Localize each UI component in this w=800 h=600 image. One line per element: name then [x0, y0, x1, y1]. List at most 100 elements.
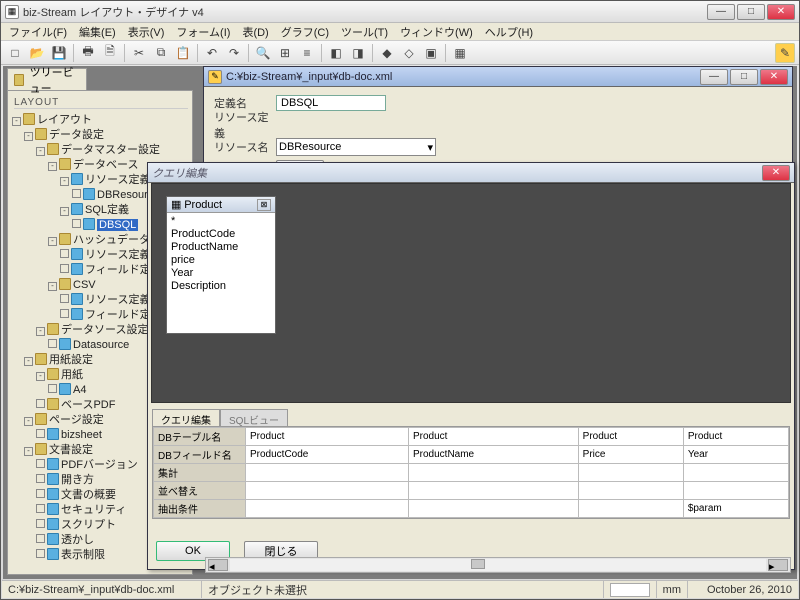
def-name-input[interactable]: [276, 95, 386, 111]
chevron-down-icon: ▾: [427, 141, 433, 154]
menu-item[interactable]: ヘルプ(H): [481, 23, 537, 41]
toolbar: □ 📂 💾 🖶 🗎 ✂ ⧉ 📋 ↶ ↷ 🔍 ⊞ ≡ ◧ ◨ ◆ ◇ ▣ ▦ ✎: [1, 41, 799, 65]
workspace: ツリービュー LAYOUT -レイアウト-データ設定-データマスター設定-データ…: [3, 66, 797, 579]
undo-icon[interactable]: ↶: [202, 43, 222, 63]
column-item[interactable]: Description: [171, 280, 271, 293]
column-item[interactable]: ProductName: [171, 241, 271, 254]
zoom-icon[interactable]: 🔍: [253, 43, 273, 63]
status-date: October 26, 2010: [688, 581, 798, 598]
column-item[interactable]: price: [171, 254, 271, 267]
tree-node[interactable]: -データ設定: [12, 128, 188, 143]
tool-d-icon[interactable]: ◇: [399, 43, 419, 63]
status-unit: mm: [657, 581, 688, 598]
grid-cell[interactable]: [246, 500, 409, 518]
grid-cell[interactable]: Product: [683, 428, 788, 446]
status-bar: C:¥biz-Stream¥_input¥db-doc.xml オブジェクト未選…: [2, 580, 798, 598]
tree-node[interactable]: -レイアウト: [12, 113, 188, 128]
grid-cell[interactable]: ProductCode: [246, 446, 409, 464]
print-icon[interactable]: 🖶: [78, 43, 98, 63]
query-grid[interactable]: DBテーブル名ProductProductProductProductDBフィー…: [152, 426, 790, 519]
query-close-button[interactable]: ✕: [762, 165, 790, 181]
scroll-thumb[interactable]: [471, 559, 485, 569]
tree-node[interactable]: -データマスター設定: [12, 143, 188, 158]
table-icon: ▦: [171, 198, 181, 211]
grid-cell[interactable]: [578, 500, 683, 518]
grid-cell[interactable]: ProductName: [408, 446, 578, 464]
grid-cell[interactable]: [578, 482, 683, 500]
query-titlebar[interactable]: クエリ編集 ✕: [148, 163, 794, 183]
query-canvas[interactable]: ▦ Product ⊠ *ProductCodeProductNameprice…: [151, 183, 791, 403]
menu-item[interactable]: 表(D): [238, 23, 272, 41]
grid-cell[interactable]: [408, 464, 578, 482]
table-close-icon[interactable]: ⊠: [257, 199, 271, 211]
query-editor-dialog: クエリ編集 ✕ ▦ Product ⊠ *ProductCodeProductN…: [147, 162, 795, 570]
align-left-icon[interactable]: ≡: [297, 43, 317, 63]
grid-cell[interactable]: Year: [683, 446, 788, 464]
paste-icon[interactable]: 📋: [173, 43, 193, 63]
column-item[interactable]: ProductCode: [171, 228, 271, 241]
tool-a-icon[interactable]: ◧: [326, 43, 346, 63]
close-button[interactable]: ✕: [767, 4, 795, 20]
status-value-input[interactable]: [610, 583, 650, 597]
status-path: C:¥biz-Stream¥_input¥db-doc.xml: [2, 581, 202, 598]
cut-icon[interactable]: ✂: [129, 43, 149, 63]
doc-minimize-button[interactable]: —: [700, 69, 728, 85]
menu-item[interactable]: ウィンドウ(W): [396, 23, 477, 41]
save-icon[interactable]: 💾: [49, 43, 69, 63]
grid-cell[interactable]: [408, 482, 578, 500]
main-titlebar[interactable]: ▦ biz-Stream レイアウト・デザイナ v4 — □ ✕: [1, 1, 799, 23]
grid-cell[interactable]: [578, 464, 683, 482]
tool-c-icon[interactable]: ◆: [377, 43, 397, 63]
res-def-label: リソース定義: [214, 109, 276, 141]
document-titlebar[interactable]: ✎ C:¥biz-Stream¥_input¥db-doc.xml — □ ✕: [204, 67, 792, 87]
doc-icon: ✎: [208, 70, 222, 84]
doc-close-button[interactable]: ✕: [760, 69, 788, 85]
grid-cell[interactable]: [683, 482, 788, 500]
maximize-button[interactable]: □: [737, 4, 765, 20]
menu-item[interactable]: フォーム(I): [172, 23, 234, 41]
grid-cell[interactable]: Price: [578, 446, 683, 464]
menu-item[interactable]: グラフ(C): [277, 23, 333, 41]
menu-item[interactable]: 編集(E): [75, 23, 120, 41]
scroll-left-button[interactable]: ◂: [208, 559, 228, 571]
grid-row-header: 抽出条件: [154, 500, 246, 518]
tool-f-icon[interactable]: ▦: [450, 43, 470, 63]
column-item[interactable]: *: [171, 215, 271, 228]
note-icon[interactable]: ✎: [775, 43, 795, 63]
scroll-right-button[interactable]: ▸: [768, 559, 788, 571]
layout-heading: LAYOUT: [14, 97, 188, 109]
grid-cell[interactable]: Product: [408, 428, 578, 446]
minimize-button[interactable]: —: [707, 4, 735, 20]
grid-cell[interactable]: [246, 482, 409, 500]
horizontal-scrollbar[interactable]: ◂ ▸: [205, 557, 791, 573]
column-item[interactable]: Year: [171, 267, 271, 280]
doc-maximize-button[interactable]: □: [730, 69, 758, 85]
grid-cell[interactable]: [683, 464, 788, 482]
tool-b-icon[interactable]: ◨: [348, 43, 368, 63]
redo-icon[interactable]: ↷: [224, 43, 244, 63]
grid-cell[interactable]: [246, 464, 409, 482]
tree-icon: [14, 74, 24, 86]
window-title: biz-Stream レイアウト・デザイナ v4: [23, 4, 707, 20]
treeview-tab[interactable]: ツリービュー: [7, 68, 87, 90]
preview-icon[interactable]: 🗎: [100, 43, 120, 63]
grid-row-header: DBフィールド名: [154, 446, 246, 464]
new-icon[interactable]: □: [5, 43, 25, 63]
res-name-select[interactable]: DBResource▾: [276, 138, 436, 156]
app-icon: ▦: [5, 5, 19, 19]
grid-cell[interactable]: $param: [683, 500, 788, 518]
menu-item[interactable]: 表示(V): [124, 23, 169, 41]
grid-icon[interactable]: ⊞: [275, 43, 295, 63]
grid-cell[interactable]: Product: [246, 428, 409, 446]
open-icon[interactable]: 📂: [27, 43, 47, 63]
table-columns-list[interactable]: *ProductCodeProductNamepriceYearDescript…: [167, 213, 275, 333]
grid-cell[interactable]: [408, 500, 578, 518]
menu-item[interactable]: ファイル(F): [5, 23, 71, 41]
table-window[interactable]: ▦ Product ⊠ *ProductCodeProductNameprice…: [166, 196, 276, 334]
tool-e-icon[interactable]: ▣: [421, 43, 441, 63]
copy-icon[interactable]: ⧉: [151, 43, 171, 63]
grid-row-header: 集計: [154, 464, 246, 482]
document-window: ✎ C:¥biz-Stream¥_input¥db-doc.xml — □ ✕ …: [203, 66, 793, 176]
grid-cell[interactable]: Product: [578, 428, 683, 446]
menu-item[interactable]: ツール(T): [337, 23, 392, 41]
